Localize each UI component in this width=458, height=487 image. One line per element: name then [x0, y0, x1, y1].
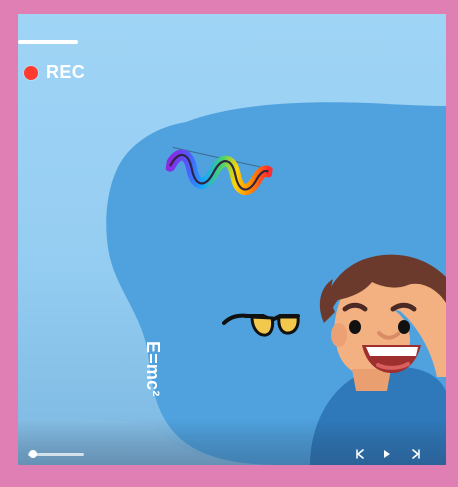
video-controls-bar[interactable]	[18, 418, 446, 465]
left-control-icon[interactable]	[352, 446, 368, 462]
right-control-icon[interactable]	[408, 446, 424, 462]
left-control-svg	[356, 449, 364, 459]
pink-frame: REC E=mc²	[0, 0, 458, 487]
right-control-svg	[412, 449, 420, 459]
record-dot-icon	[24, 65, 38, 80]
recording-label: REC	[46, 62, 86, 82]
top-progress-line	[18, 40, 78, 44]
recording-indicator: REC	[24, 62, 85, 83]
play-icon[interactable]	[379, 446, 395, 462]
video-screen[interactable]: REC E=mc²	[18, 14, 446, 465]
seek-knob[interactable]	[29, 450, 37, 458]
formula-label: E=mc²	[143, 341, 163, 397]
play-svg	[384, 450, 390, 458]
seek-bar[interactable]	[28, 450, 84, 458]
